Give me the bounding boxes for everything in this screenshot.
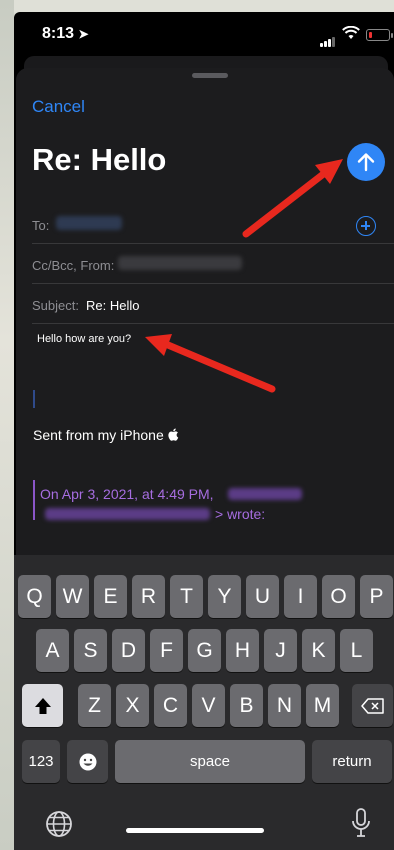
key-r[interactable]: R [132,575,165,618]
quoted-message[interactable]: On Apr 3, 2021, at 4:49 PM, > wrote: [33,480,373,522]
key-i[interactable]: I [284,575,317,618]
compose-title: Re: Hello [32,142,167,177]
key-p[interactable]: P [360,575,393,618]
key-d[interactable]: D [112,629,145,672]
text-cursor [33,390,35,408]
key-m[interactable]: M [306,684,339,727]
emoji-icon [79,753,96,770]
subject-label: Subject: [32,298,79,313]
location-icon: ➤ [78,27,89,41]
key-j[interactable]: J [264,629,297,672]
add-recipient-icon[interactable] [356,216,376,236]
wifi-icon [342,26,360,39]
subject-field[interactable]: Re: Hello [86,298,139,313]
key-n[interactable]: N [268,684,301,727]
cc-bcc-from-label: Cc/Bcc, From: [32,258,115,273]
background-strip [0,0,394,12]
globe-icon[interactable] [45,810,73,838]
key-z[interactable]: Z [78,684,111,727]
key-x[interactable]: X [116,684,149,727]
key-o[interactable]: O [322,575,355,618]
home-indicator [126,828,264,833]
shift-key[interactable] [22,684,63,727]
time-text: 8:13 [42,25,75,42]
status-bar: 8:13 ➤ [14,12,394,56]
quote-sender-redacted [228,488,302,500]
keyboard: QWERTYUIOP ASDFGHJKL ZXCVBNM 123 space r… [14,555,394,850]
key-v[interactable]: V [192,684,225,727]
key-y[interactable]: Y [208,575,241,618]
battery-icon [366,29,393,41]
key-e[interactable]: E [94,575,127,618]
key-w[interactable]: W [56,575,89,618]
send-button[interactable] [347,143,385,181]
signature-label: Sent from my iPhone [33,427,168,443]
key-f[interactable]: F [150,629,183,672]
to-recipient-redacted[interactable] [56,216,122,230]
status-time: 8:13 ➤ [42,25,89,43]
key-s[interactable]: S [74,629,107,672]
signal-icon [320,29,336,47]
backspace-icon [360,697,384,714]
delete-key[interactable] [352,684,393,727]
quote-email-redacted [45,508,210,520]
phone-screen: 8:13 ➤ Cancel Re: Hello To: Cc/Bcc, From… [14,12,394,850]
key-q[interactable]: Q [18,575,51,618]
key-l[interactable]: L [340,629,373,672]
quote-wrote-text: > wrote: [215,506,266,522]
microphone-icon[interactable] [351,808,371,838]
sheet-grabber[interactable] [192,73,228,78]
to-label: To: [32,218,50,233]
background-edge [0,0,14,850]
key-g[interactable]: G [188,629,221,672]
cancel-button[interactable]: Cancel [32,97,85,117]
from-address-redacted [118,256,242,270]
cc-bcc-from-row[interactable]: Cc/Bcc, From: [32,244,394,284]
key-c[interactable]: C [154,684,187,727]
key-u[interactable]: U [246,575,279,618]
signature-text[interactable]: Sent from my iPhone [33,427,179,443]
numbers-key[interactable]: 123 [22,740,60,783]
shift-icon [34,697,51,714]
key-k[interactable]: K [302,629,335,672]
key-h[interactable]: H [226,629,259,672]
space-key[interactable]: space [115,740,305,783]
message-body[interactable]: Hello how are you? [37,333,131,345]
apple-logo-icon [167,428,178,441]
send-arrow-icon [357,153,375,172]
to-row[interactable]: To: [32,204,394,244]
return-key[interactable]: return [312,740,392,783]
subject-row[interactable]: Subject: Re: Hello [32,284,394,324]
quote-header: On Apr 3, 2021, at 4:49 PM, [40,486,214,502]
key-b[interactable]: B [230,684,263,727]
emoji-key[interactable] [67,740,108,783]
key-t[interactable]: T [170,575,203,618]
key-a[interactable]: A [36,629,69,672]
